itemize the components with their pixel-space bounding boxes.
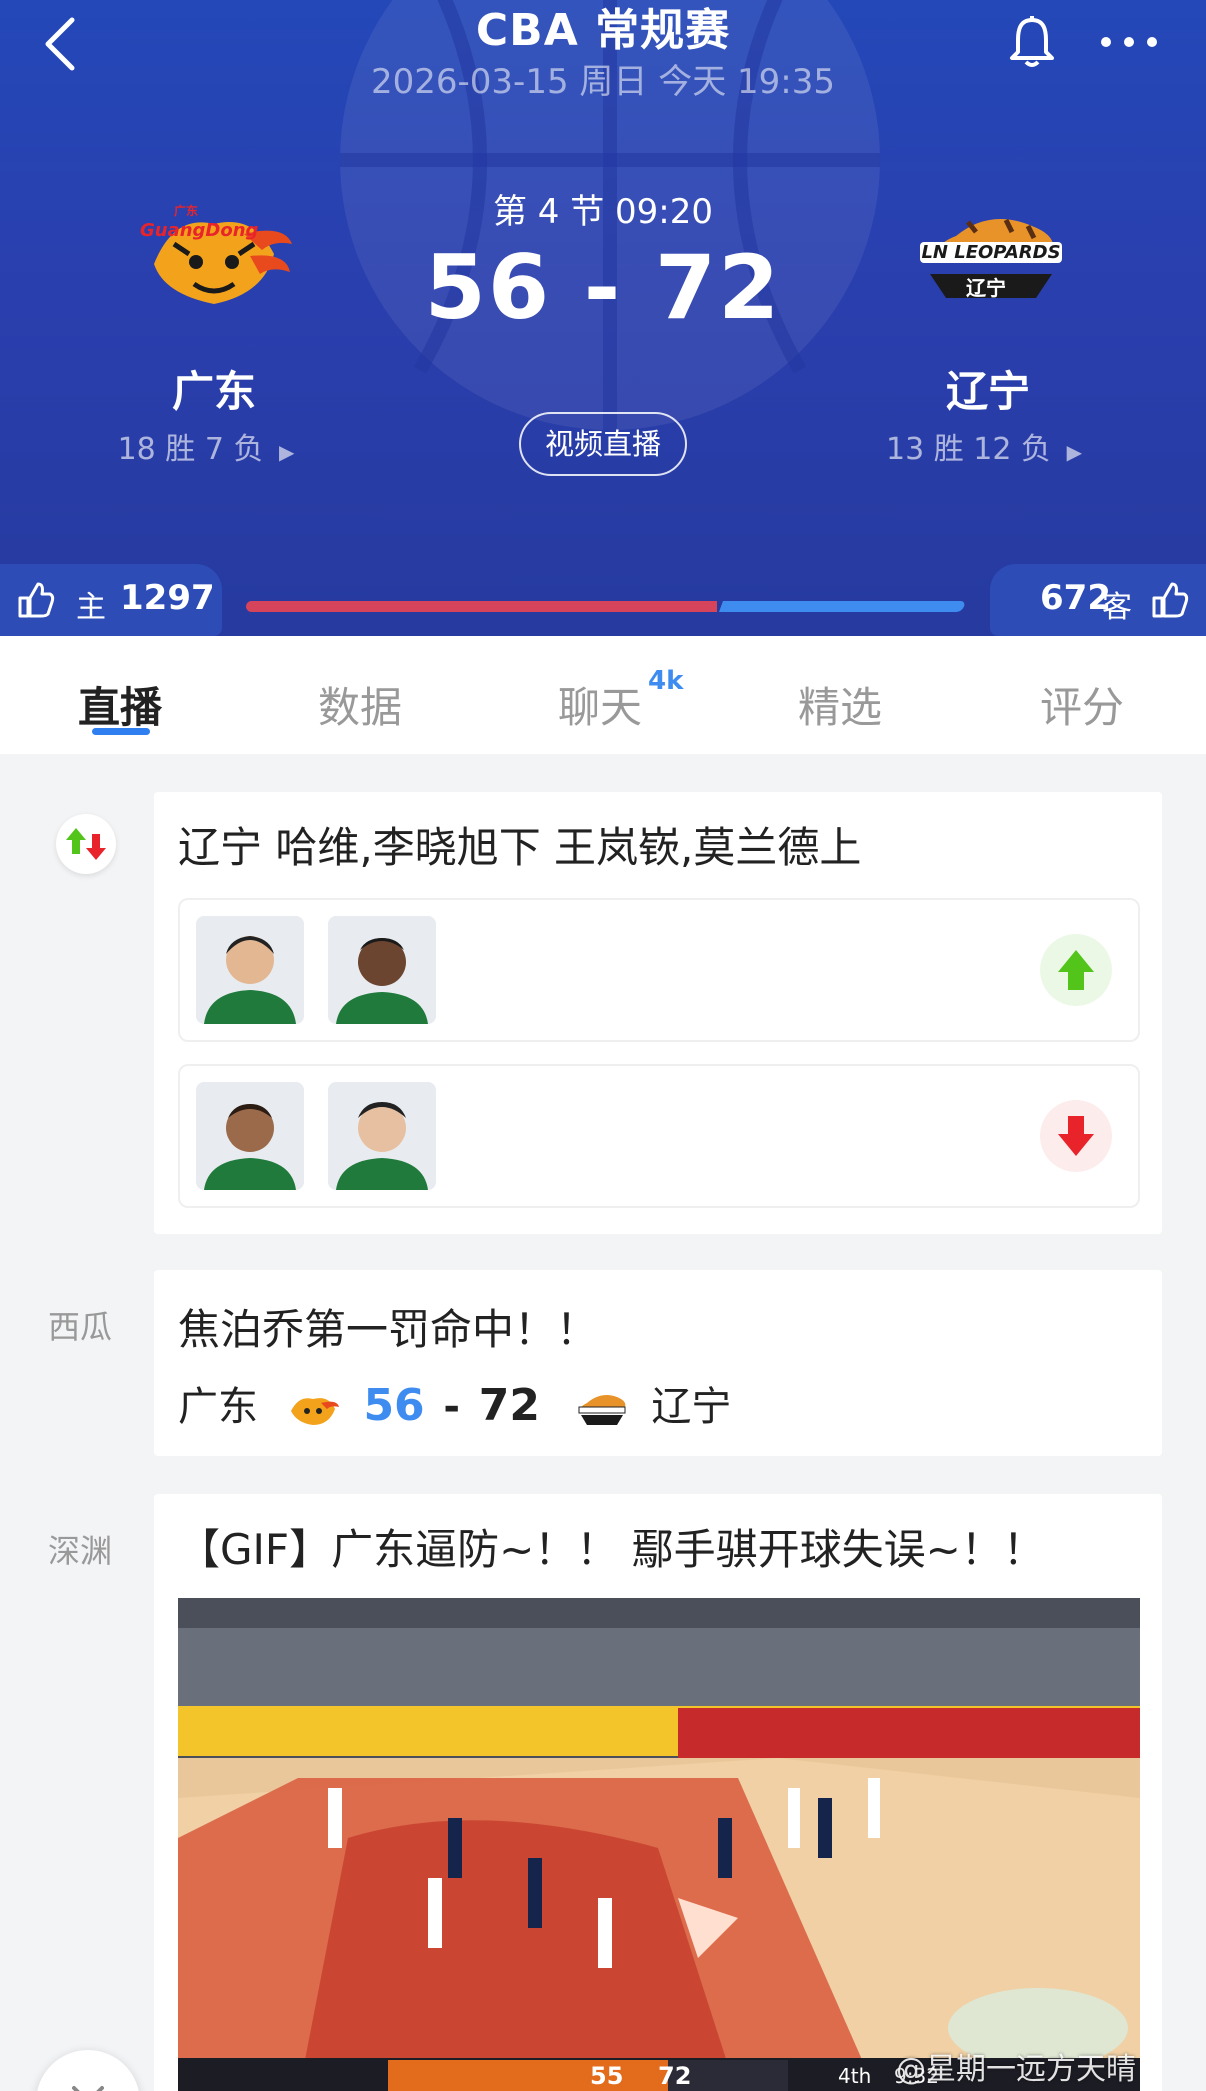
player-avatar[interactable] <box>328 1082 436 1190</box>
freethrow-card: 焦泊乔第一罚命中！！ 广东 56 - 72 辽宁 <box>154 1270 1162 1456</box>
match-header: CBA 常规赛 2026-03-15 周日 今天 19:35 GuangDong… <box>0 0 1206 636</box>
bell-icon <box>1010 16 1054 67</box>
home-team-name[interactable]: 广东 <box>84 358 344 419</box>
game-period-clock: 第 4 节 09:20 <box>492 192 714 232</box>
score-dash: - <box>443 1384 460 1430</box>
active-tab-indicator <box>92 728 150 735</box>
caret-right-icon: ▶ <box>279 440 295 464</box>
more-button[interactable] <box>1094 22 1164 62</box>
sub-in-indicator <box>1040 934 1112 1006</box>
substitution-card: 辽宁 哈维,李晓旭下 王岚嵚,莫兰德上 <box>154 792 1162 1234</box>
away-team-label: 辽宁 <box>651 1384 732 1430</box>
tab-bar: 直播 数据 聊天 4k 精选 评分 <box>0 636 1206 754</box>
basketball-court-image <box>178 1598 1140 2091</box>
sub-out-indicator <box>1040 1100 1112 1172</box>
player-avatar[interactable] <box>196 1082 304 1190</box>
thumbs-up-icon <box>18 582 55 618</box>
tiger-logo-icon <box>290 1398 339 1425</box>
away-team-name[interactable]: 辽宁 <box>858 358 1118 419</box>
watermark-text: @星期一远方天晴 <box>896 2052 1136 2087</box>
tab-highlights[interactable]: 精选 <box>798 674 882 735</box>
home-team-record[interactable]: 18 胜 7 负 ▶ <box>76 424 336 468</box>
gif-media[interactable]: 55 72 4th 9:32 <box>178 1598 1140 2091</box>
home-like-button[interactable]: 主 1297 <box>0 564 222 636</box>
home-record-text: 18 胜 7 负 <box>117 432 264 467</box>
caret-right-icon: ▶ <box>1066 440 1082 464</box>
away-like-button[interactable]: 672 客 <box>990 564 1206 636</box>
gif-caption: 【GIF】广东逼防~！！ 鄢手骐开球失误~！！ <box>178 1525 1045 1574</box>
close-floating-button[interactable] <box>36 2050 140 2091</box>
tab-chat[interactable]: 聊天 <box>558 674 642 735</box>
arrow-up-icon <box>1058 950 1094 990</box>
tab-data[interactable]: 数据 <box>318 674 402 735</box>
more-dots-icon <box>1101 37 1157 47</box>
player-avatar[interactable] <box>328 916 436 1024</box>
substitution-icon <box>56 814 116 874</box>
event-scoreline: 广东 56 - 72 辽宁 <box>178 1374 731 1434</box>
close-icon <box>72 2086 104 2091</box>
event-source-label: 深渊 <box>48 1532 113 1570</box>
away-like-count: 672 <box>1040 578 1111 618</box>
gif-away-score: 72 <box>658 2062 692 2090</box>
leopard-logo-icon <box>578 1395 626 1425</box>
tab-live[interactable]: 直播 <box>78 674 162 735</box>
home-team-label: 广东 <box>178 1384 258 1430</box>
away-score: 72 <box>478 1380 540 1431</box>
substitution-text: 辽宁 哈维,李晓旭下 王岚嵚,莫兰德上 <box>178 823 862 872</box>
game-score: 56 - 72 <box>424 236 782 339</box>
arrow-down-icon <box>1058 1116 1094 1156</box>
tab-ratings[interactable]: 评分 <box>1040 674 1124 735</box>
player-avatar[interactable] <box>196 916 304 1024</box>
gif-period: 4th <box>838 2064 872 2088</box>
away-like-bar <box>718 601 967 612</box>
gif-card: 【GIF】广东逼防~！！ 鄢手骐开球失误~！！ 55 72 4th 9:32 <box>154 1494 1162 2091</box>
thumbs-up-icon <box>1152 582 1189 618</box>
home-like-label: 主 <box>76 590 106 625</box>
home-like-count: 1297 <box>120 578 215 618</box>
players-in-row <box>178 898 1140 1042</box>
away-like-label: 客 <box>1102 590 1132 625</box>
home-score: 56 <box>363 1380 425 1431</box>
players-out-row <box>178 1064 1140 1208</box>
notification-button[interactable] <box>1006 14 1058 70</box>
freethrow-text: 焦泊乔第一罚命中！！ <box>178 1305 599 1354</box>
away-record-text: 13 胜 12 负 <box>886 432 1052 467</box>
video-live-button[interactable]: 视频直播 <box>519 412 687 476</box>
away-team-record[interactable]: 13 胜 12 负 ▶ <box>854 424 1114 468</box>
home-like-bar <box>246 601 717 612</box>
chat-count-badge: 4k <box>648 666 684 696</box>
event-source-label: 西瓜 <box>48 1308 113 1346</box>
gif-home-score: 55 <box>590 2062 624 2090</box>
